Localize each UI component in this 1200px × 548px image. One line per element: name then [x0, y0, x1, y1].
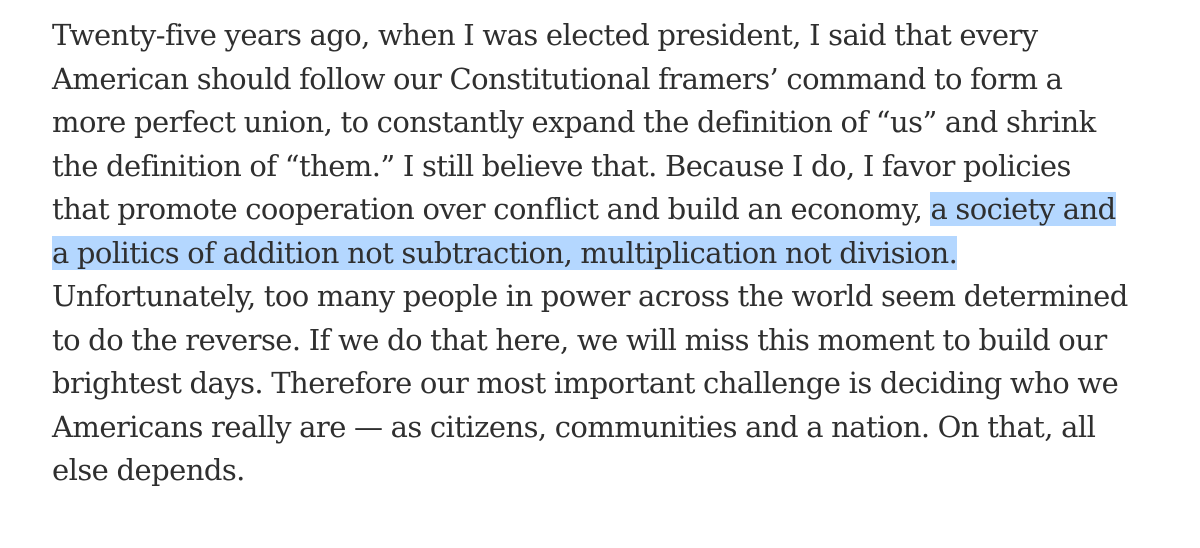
text-line-9: brightest days. Therefore our most impor…	[52, 366, 1119, 400]
text-line-6: a politics of addition not subtraction, …	[52, 232, 1162, 276]
selected-text-highlight-1[interactable]: a society and	[930, 192, 1116, 226]
text-line-8: to do the reverse. If we do that here, w…	[52, 322, 1107, 357]
text-line-10: Americans really are — as citizens, comm…	[52, 409, 1096, 444]
text-line-11: else depends.	[52, 453, 245, 487]
text-line-3: more perfect union, to constantly expand…	[52, 105, 1096, 139]
text-line-1: Twenty-five years ago, when I was electe…	[52, 18, 1038, 52]
text-line-4: the definition of “them.” I still believ…	[52, 148, 1071, 183]
article-paragraph: Twenty-five years ago, when I was electe…	[52, 14, 1162, 493]
selected-text-highlight-2[interactable]: a politics of addition not subtraction, …	[52, 235, 958, 270]
text-line-5-plain: that promote cooperation over conflict a…	[52, 192, 931, 226]
text-line-7: Unfortunately, too many people in power …	[52, 279, 1128, 313]
text-line-2: American should follow our Constitutiona…	[52, 61, 1063, 96]
text-line-5: that promote cooperation over conflict a…	[52, 188, 1162, 232]
